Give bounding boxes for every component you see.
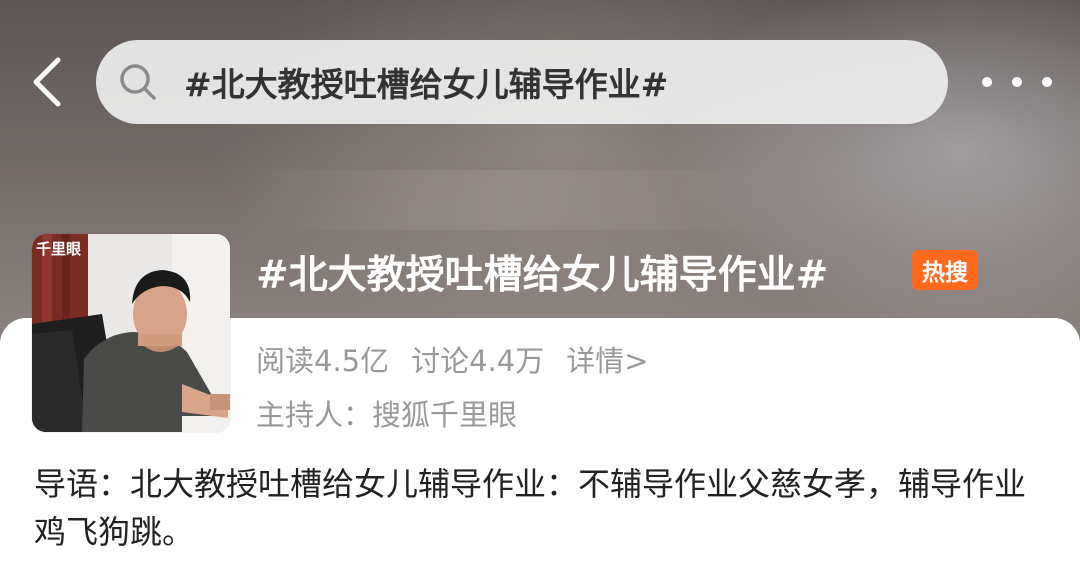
more-button[interactable] xyxy=(982,66,1052,98)
more-dot xyxy=(1042,77,1052,87)
topic-stats: 阅读4.5亿 讨论4.4万 详情> xyxy=(256,338,649,380)
topic-intro: 导语：北大教授吐槽给女儿辅导作业：不辅导作业父慈女孝，辅导作业鸡飞狗跳。 xyxy=(34,465,1027,551)
search-query-text: #北大教授吐槽给女儿辅导作业# xyxy=(184,65,669,104)
topic-host[interactable]: 主持人：搜狐千里眼 xyxy=(256,392,517,434)
search-bar[interactable]: #北大教授吐槽给女儿辅导作业# xyxy=(96,40,948,124)
thumbnail-image: 千里眼 xyxy=(32,234,230,432)
more-dot xyxy=(982,77,992,87)
chevron-left-icon xyxy=(33,57,61,107)
discussion-count: 讨论4.4万 xyxy=(411,344,545,378)
topic-title: #北大教授吐槽给女儿辅导作业# xyxy=(256,253,829,298)
header-background-band xyxy=(250,170,770,230)
search-icon xyxy=(118,62,158,102)
read-count: 阅读4.5亿 xyxy=(256,344,390,378)
detail-link[interactable]: 详情> xyxy=(566,338,648,380)
thumbnail-watermark: 千里眼 xyxy=(36,240,81,258)
hot-search-badge: 热搜 xyxy=(912,250,978,290)
more-dot xyxy=(1012,77,1022,87)
topic-thumbnail[interactable]: 千里眼 xyxy=(32,234,230,432)
back-button[interactable] xyxy=(28,56,68,108)
